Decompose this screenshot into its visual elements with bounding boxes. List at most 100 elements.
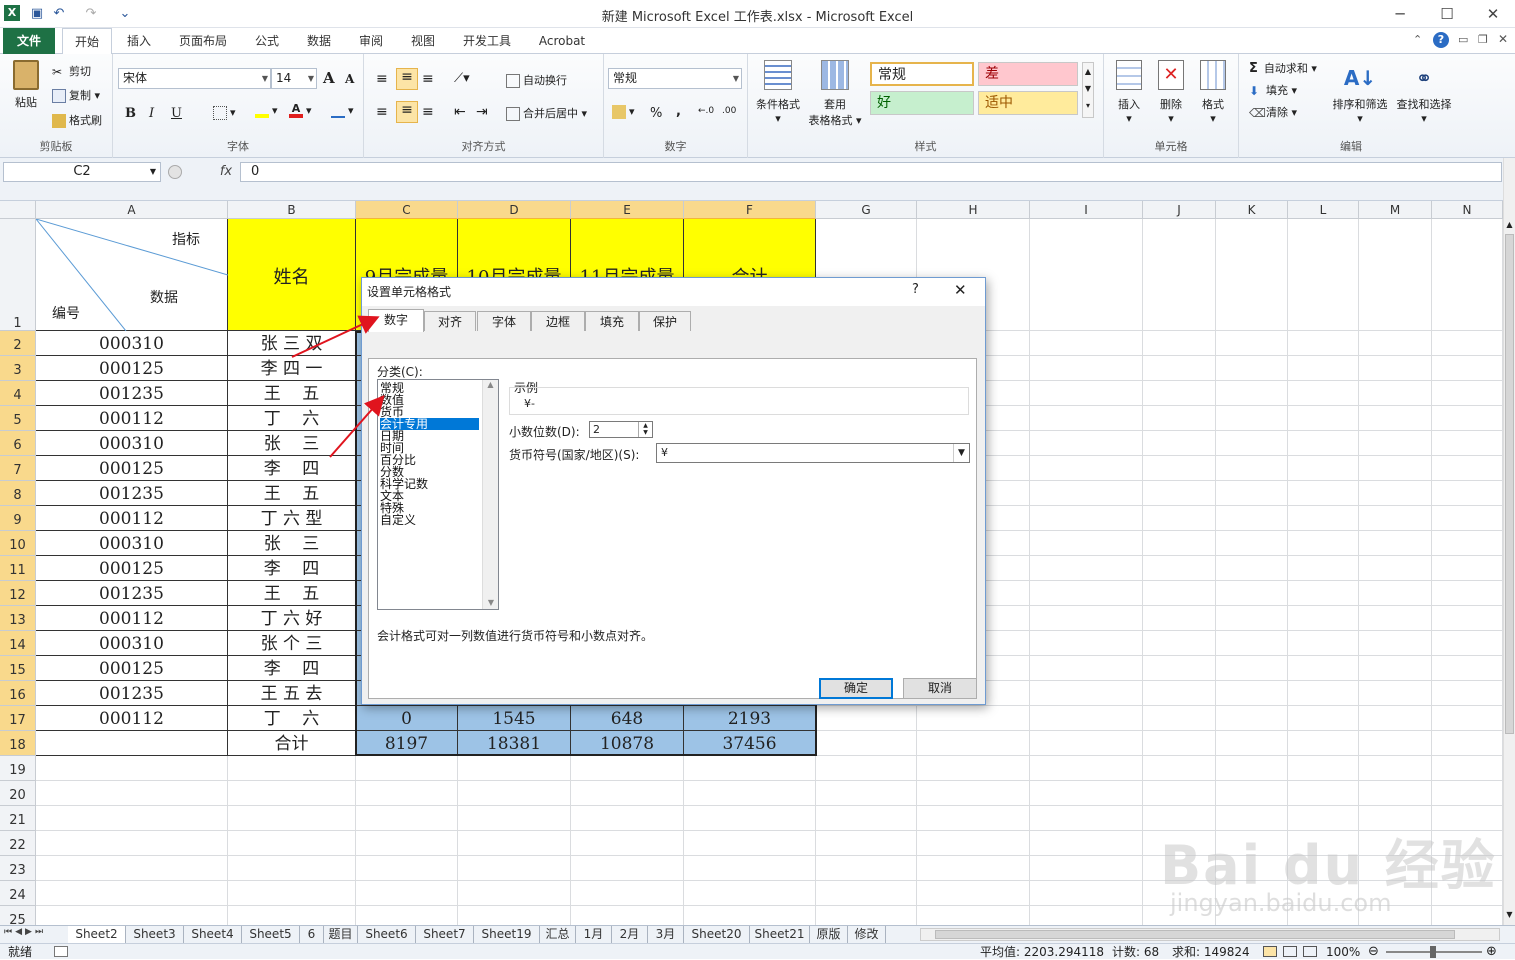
workbook-minimize-icon[interactable]: ▭ xyxy=(1458,33,1468,46)
shrink-font-button[interactable]: A xyxy=(345,72,354,86)
column-header-m[interactable]: M xyxy=(1359,201,1432,219)
tab-acrobat[interactable]: Acrobat xyxy=(533,28,591,54)
sheet-tab[interactable]: Sheet19 xyxy=(474,926,540,943)
category-scrollbar[interactable]: ▲ ▼ xyxy=(482,380,498,609)
paste-button[interactable]: 粘贴 xyxy=(8,60,44,110)
align-right-button[interactable]: ≡ xyxy=(422,104,434,120)
row-header[interactable]: 6 xyxy=(0,431,36,456)
number-format-combo[interactable]: 常规 ▼ xyxy=(608,68,742,89)
value-cell[interactable]: 0 xyxy=(356,706,458,731)
decrease-indent-button[interactable]: ⇤ xyxy=(454,104,466,120)
row-header[interactable]: 11 xyxy=(0,556,36,581)
ok-button[interactable]: 确定 xyxy=(819,678,893,699)
column-header-b[interactable]: B xyxy=(228,201,356,219)
sheet-nav-arrows[interactable]: ⏮◀▶⏭ xyxy=(4,927,46,937)
scroll-down-icon[interactable]: ▼ xyxy=(483,598,499,607)
italic-button[interactable]: I xyxy=(149,106,154,121)
sheet-tab[interactable]: Sheet6 xyxy=(358,926,416,943)
page-break-view-icon[interactable] xyxy=(1303,946,1317,957)
fill-color-button[interactable]: ▾ xyxy=(255,104,278,118)
vertical-scrollbar[interactable]: ▲ ▼ xyxy=(1503,158,1515,925)
font-color-button[interactable]: A ▾ xyxy=(289,103,312,118)
select-all-corner[interactable] xyxy=(0,201,36,219)
sheet-tab[interactable]: Sheet21 xyxy=(750,926,810,943)
name-cell[interactable]: 王 五 xyxy=(228,481,356,506)
accounting-format-button[interactable]: ▾ xyxy=(612,105,635,119)
id-cell[interactable]: 000310 xyxy=(36,331,228,356)
find-select-button[interactable]: ⚭ 查找和选择 ▾ xyxy=(1393,60,1455,125)
row-header[interactable]: 9 xyxy=(0,506,36,531)
sort-filter-button[interactable]: A↓ 排序和筛选 ▾ xyxy=(1329,60,1391,125)
tab-view[interactable]: 视图 xyxy=(402,28,444,54)
name-cell[interactable]: 张 三 xyxy=(228,431,356,456)
phonetic-button[interactable]: ▾ xyxy=(331,104,354,118)
dialog-tab-3[interactable]: 边框 xyxy=(531,311,585,331)
row-header[interactable]: 15 xyxy=(0,656,36,681)
name-cell[interactable]: 李 四 一 xyxy=(228,356,356,381)
row-header[interactable]: 23 xyxy=(0,856,36,881)
sheet-tab[interactable]: Sheet2 xyxy=(68,926,126,943)
font-size-combo[interactable]: 14 ▼ xyxy=(271,68,317,89)
name-box[interactable]: C2 ▼ xyxy=(3,162,161,182)
sheet-tab[interactable]: Sheet7 xyxy=(416,926,474,943)
hscroll-thumb[interactable] xyxy=(935,930,1455,939)
autosum-button[interactable]: Σ 自动求和 ▾ xyxy=(1249,60,1317,76)
column-header-n[interactable]: N xyxy=(1432,201,1503,219)
increase-indent-button[interactable]: ⇥ xyxy=(476,104,488,120)
sheet-tab[interactable]: Sheet20 xyxy=(684,926,750,943)
dialog-tab-1[interactable]: 对齐 xyxy=(424,311,476,331)
styles-scroll-icon[interactable]: ▲ ▼ ▾ xyxy=(1082,62,1094,118)
minimize-button[interactable]: ─ xyxy=(1378,2,1422,26)
total-label-cell[interactable]: 合计 xyxy=(228,731,356,756)
zoom-level[interactable]: 100% xyxy=(1326,944,1360,960)
name-cell[interactable]: 丁 六 xyxy=(228,406,356,431)
row-header[interactable]: 13 xyxy=(0,606,36,631)
name-cell[interactable]: 张 个 三 xyxy=(228,631,356,656)
delete-cells-button[interactable]: ✕ 删除 ▾ xyxy=(1154,60,1188,125)
spinner-icon[interactable]: ▲ ▼ xyxy=(638,422,652,437)
comma-button[interactable]: , xyxy=(676,104,681,119)
underline-button[interactable]: U xyxy=(171,106,182,121)
value-cell[interactable]: 2193 xyxy=(684,706,816,731)
sheet-tab[interactable]: 原版 xyxy=(810,926,848,943)
column-header-f[interactable]: F xyxy=(684,201,816,219)
category-item[interactable]: 自定义 xyxy=(380,514,416,526)
cancel-entry-icon[interactable] xyxy=(168,165,182,179)
name-cell[interactable]: 丁 六 好 xyxy=(228,606,356,631)
style-neutral[interactable]: 适中 xyxy=(978,91,1078,115)
sheet-tab[interactable]: 题目 xyxy=(324,926,358,943)
name-cell[interactable]: 李 四 xyxy=(228,456,356,481)
orientation-button[interactable]: ⟋▾ xyxy=(454,71,470,86)
total-value-cell[interactable]: 8197 xyxy=(356,731,458,756)
zoom-out-icon[interactable]: ⊖ xyxy=(1368,944,1379,960)
tab-developer[interactable]: 开发工具 xyxy=(455,28,519,54)
formula-input[interactable]: 0 xyxy=(240,162,1502,182)
sheet-tab[interactable]: 1月 xyxy=(576,926,612,943)
font-name-combo[interactable]: 宋体 ▼ xyxy=(118,68,271,89)
scroll-thumb[interactable] xyxy=(1505,234,1514,734)
dialog-tab-2[interactable]: 字体 xyxy=(477,311,531,331)
scroll-up-icon[interactable]: ▲ xyxy=(483,380,498,389)
workbook-restore-icon[interactable]: ❐ xyxy=(1478,33,1488,46)
row-header[interactable]: 1 xyxy=(0,219,36,331)
fill-button[interactable]: ⬇ 填充 ▾ xyxy=(1249,82,1297,98)
sheet-tab[interactable]: 修改 xyxy=(848,926,886,943)
tab-insert[interactable]: 插入 xyxy=(118,28,160,54)
row-header[interactable]: 12 xyxy=(0,581,36,606)
row-header[interactable]: 17 xyxy=(0,706,36,731)
insert-cells-button[interactable]: 插入 ▾ xyxy=(1112,60,1146,125)
id-cell[interactable]: 001235 xyxy=(36,581,228,606)
row-header[interactable]: 21 xyxy=(0,806,36,831)
row-header[interactable]: 19 xyxy=(0,756,36,781)
id-cell[interactable]: 001235 xyxy=(36,381,228,406)
increase-decimal-button[interactable]: ←.0 xyxy=(698,106,714,116)
name-cell[interactable]: 丁 六 xyxy=(228,706,356,731)
align-left-button[interactable]: ≡ xyxy=(376,104,388,120)
style-bad[interactable]: 差 xyxy=(978,62,1078,86)
total-value-cell[interactable]: 37456 xyxy=(684,731,816,756)
column-header-k[interactable]: K xyxy=(1216,201,1288,219)
total-value-cell[interactable]: 10878 xyxy=(571,731,684,756)
id-cell[interactable]: 001235 xyxy=(36,681,228,706)
tab-data[interactable]: 数据 xyxy=(298,28,340,54)
format-painter-button[interactable]: 格式刷 xyxy=(52,112,102,128)
